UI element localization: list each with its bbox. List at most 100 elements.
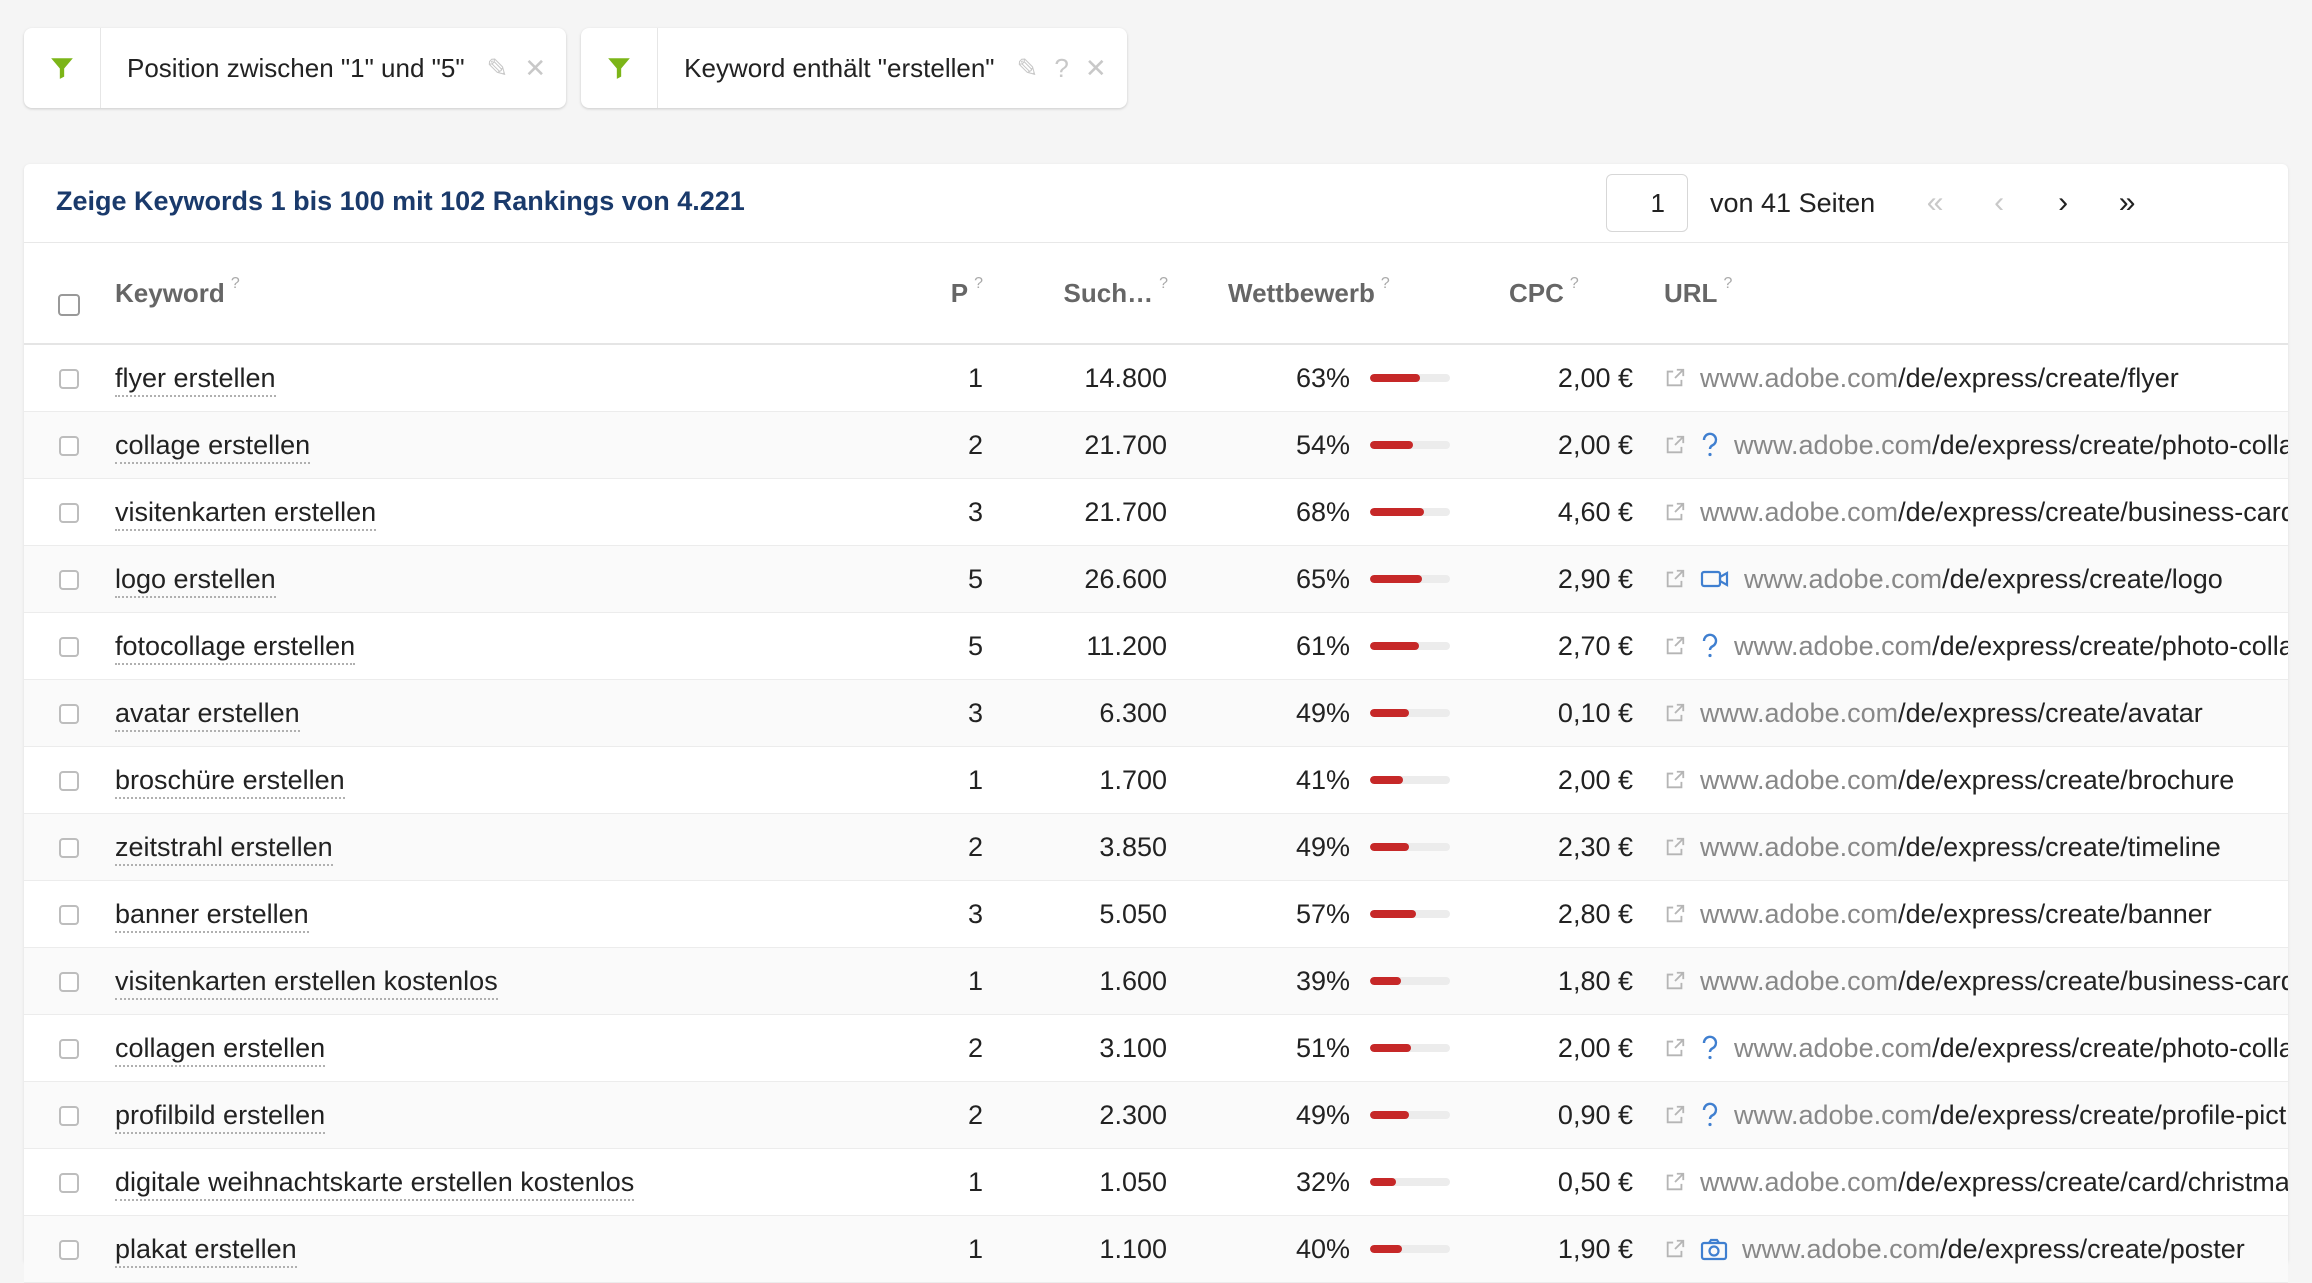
url-link[interactable]: www.adobe.com/de/express/create/business… bbox=[1700, 966, 2288, 997]
help-icon[interactable]: ? bbox=[1159, 275, 1168, 292]
url-link[interactable]: www.adobe.com/de/express/create/logo bbox=[1744, 564, 2223, 595]
help-icon[interactable]: ? bbox=[974, 275, 983, 292]
next-page-button[interactable]: › bbox=[2031, 186, 2095, 220]
url-link[interactable]: www.adobe.com/de/express/create/poster bbox=[1742, 1234, 2245, 1265]
keyword-link[interactable]: broschüre erstellen bbox=[115, 764, 345, 799]
keyword-link[interactable]: visitenkarten erstellen kostenlos bbox=[115, 965, 498, 1000]
cpc-cell: 0,50 € bbox=[1479, 1148, 1634, 1216]
row-checkbox[interactable] bbox=[59, 570, 79, 591]
url-link[interactable]: www.adobe.com/de/express/create/business… bbox=[1700, 497, 2288, 528]
keyword-link[interactable]: collage erstellen bbox=[115, 429, 311, 464]
keyword-link[interactable]: visitenkarten erstellen bbox=[115, 496, 377, 531]
help-icon[interactable]: ? bbox=[231, 275, 240, 292]
row-checkbox[interactable] bbox=[59, 704, 79, 725]
url-link[interactable]: www.adobe.com/de/express/create/profile-… bbox=[1734, 1100, 2288, 1131]
position-cell: 3 bbox=[926, 478, 989, 546]
url-link[interactable]: www.adobe.com/de/express/create/photo-co… bbox=[1734, 1033, 2288, 1064]
close-icon[interactable]: ✕ bbox=[1085, 55, 1107, 81]
column-cpc[interactable]: CPC? bbox=[1479, 243, 1634, 345]
external-link-icon[interactable] bbox=[1664, 635, 1686, 657]
url-link[interactable]: www.adobe.com/de/express/create/photo-co… bbox=[1734, 631, 2288, 662]
position-cell: 2 bbox=[926, 411, 989, 479]
table-row: flyer erstellen 1 14.800 63% 2,00 € www.… bbox=[24, 344, 2288, 412]
row-checkbox[interactable] bbox=[59, 637, 79, 658]
row-checkbox[interactable] bbox=[59, 1240, 79, 1261]
column-position[interactable]: P? bbox=[926, 243, 989, 345]
url-link[interactable]: www.adobe.com/de/express/create/banner bbox=[1700, 899, 2212, 930]
help-icon[interactable]: ? bbox=[1723, 275, 1732, 292]
external-link-icon[interactable] bbox=[1664, 1238, 1686, 1260]
url-cell: www.adobe.com/de/express/create/photo-co… bbox=[1634, 411, 2288, 479]
keyword-link[interactable]: fotocollage erstellen bbox=[115, 630, 356, 665]
table-row: visitenkarten erstellen kostenlos 1 1.60… bbox=[24, 947, 2288, 1015]
position-cell: 1 bbox=[926, 947, 989, 1015]
url-link[interactable]: www.adobe.com/de/express/create/card/chr… bbox=[1700, 1167, 2288, 1198]
prev-page-button[interactable]: ‹ bbox=[1967, 186, 2031, 220]
column-keyword[interactable]: Keyword? bbox=[114, 243, 926, 345]
url-link[interactable]: www.adobe.com/de/express/create/flyer bbox=[1700, 363, 2179, 394]
row-checkbox[interactable] bbox=[59, 771, 79, 792]
row-checkbox[interactable] bbox=[59, 436, 79, 457]
column-competition[interactable]: Wettbewerb? bbox=[1168, 243, 1479, 345]
row-checkbox[interactable] bbox=[59, 972, 79, 993]
url-domain: www.adobe.com bbox=[1734, 1099, 1933, 1130]
keyword-link[interactable]: digitale weihnachtskarte erstellen koste… bbox=[115, 1166, 635, 1201]
url-link[interactable]: www.adobe.com/de/express/create/brochure bbox=[1700, 765, 2234, 796]
row-select-cell bbox=[24, 746, 114, 814]
competition-bar bbox=[1370, 508, 1450, 516]
select-all-checkbox[interactable] bbox=[58, 293, 80, 316]
filter-icon bbox=[24, 28, 101, 108]
external-link-icon[interactable] bbox=[1664, 702, 1686, 724]
row-checkbox[interactable] bbox=[59, 1173, 79, 1194]
external-link-icon[interactable] bbox=[1664, 434, 1686, 456]
column-url[interactable]: URL? bbox=[1634, 243, 2288, 345]
cpc-cell: 2,80 € bbox=[1479, 880, 1634, 948]
url-link[interactable]: www.adobe.com/de/express/create/timeline bbox=[1700, 832, 2221, 863]
help-icon[interactable]: ? bbox=[1054, 55, 1068, 81]
external-link-icon[interactable] bbox=[1664, 836, 1686, 858]
filter-chip-position[interactable]: Position zwischen "1" und "5" ✎ ✕ bbox=[24, 28, 567, 108]
competition-value: 68% bbox=[1295, 496, 1350, 527]
keyword-link[interactable]: avatar erstellen bbox=[115, 697, 300, 732]
external-link-icon[interactable] bbox=[1664, 1037, 1686, 1059]
column-search-volume[interactable]: Such…? bbox=[989, 243, 1168, 345]
last-page-button[interactable]: » bbox=[2095, 186, 2159, 220]
row-checkbox[interactable] bbox=[59, 838, 79, 859]
keyword-link[interactable]: banner erstellen bbox=[115, 898, 309, 933]
external-link-icon[interactable] bbox=[1664, 970, 1686, 992]
row-checkbox[interactable] bbox=[59, 905, 79, 926]
url-link[interactable]: www.adobe.com/de/express/create/photo-co… bbox=[1734, 430, 2288, 461]
row-checkbox[interactable] bbox=[59, 1039, 79, 1060]
first-page-button[interactable]: « bbox=[1903, 186, 1967, 220]
keyword-link[interactable]: profilbild erstellen bbox=[115, 1099, 326, 1134]
keyword-link[interactable]: collagen erstellen bbox=[115, 1032, 326, 1067]
competition-bar-fill bbox=[1370, 1044, 1411, 1052]
results-panel: Zeige Keywords 1 bis 100 mit 102 Ranking… bbox=[24, 164, 2288, 1283]
pencil-icon[interactable]: ✎ bbox=[1017, 55, 1039, 81]
external-link-icon[interactable] bbox=[1664, 769, 1686, 791]
external-link-icon[interactable] bbox=[1664, 501, 1686, 523]
row-checkbox[interactable] bbox=[59, 1106, 79, 1127]
keyword-cell: visitenkarten erstellen kostenlos bbox=[114, 947, 926, 1015]
external-link-icon[interactable] bbox=[1664, 1171, 1686, 1193]
competition-cell: 65% bbox=[1168, 545, 1479, 613]
help-icon[interactable]: ? bbox=[1381, 275, 1390, 292]
filter-chip-keyword[interactable]: Keyword enthält "erstellen" ✎ ? ✕ bbox=[581, 28, 1127, 108]
competition-bar bbox=[1370, 1245, 1450, 1253]
keyword-link[interactable]: zeitstrahl erstellen bbox=[115, 831, 333, 866]
close-icon[interactable]: ✕ bbox=[524, 55, 546, 81]
row-checkbox[interactable] bbox=[59, 369, 79, 390]
keyword-link[interactable]: flyer erstellen bbox=[115, 362, 276, 397]
pencil-icon[interactable]: ✎ bbox=[487, 55, 509, 81]
competition-cell: 49% bbox=[1168, 1081, 1479, 1149]
row-checkbox[interactable] bbox=[59, 503, 79, 524]
keyword-link[interactable]: logo erstellen bbox=[115, 563, 276, 598]
page-number-input[interactable] bbox=[1606, 174, 1688, 232]
external-link-icon[interactable] bbox=[1664, 367, 1686, 389]
url-link[interactable]: www.adobe.com/de/express/create/avatar bbox=[1700, 698, 2203, 729]
help-icon[interactable]: ? bbox=[1570, 275, 1579, 292]
keyword-link[interactable]: plakat erstellen bbox=[115, 1233, 297, 1268]
external-link-icon[interactable] bbox=[1664, 903, 1686, 925]
external-link-icon[interactable] bbox=[1664, 568, 1686, 590]
external-link-icon[interactable] bbox=[1664, 1104, 1686, 1126]
